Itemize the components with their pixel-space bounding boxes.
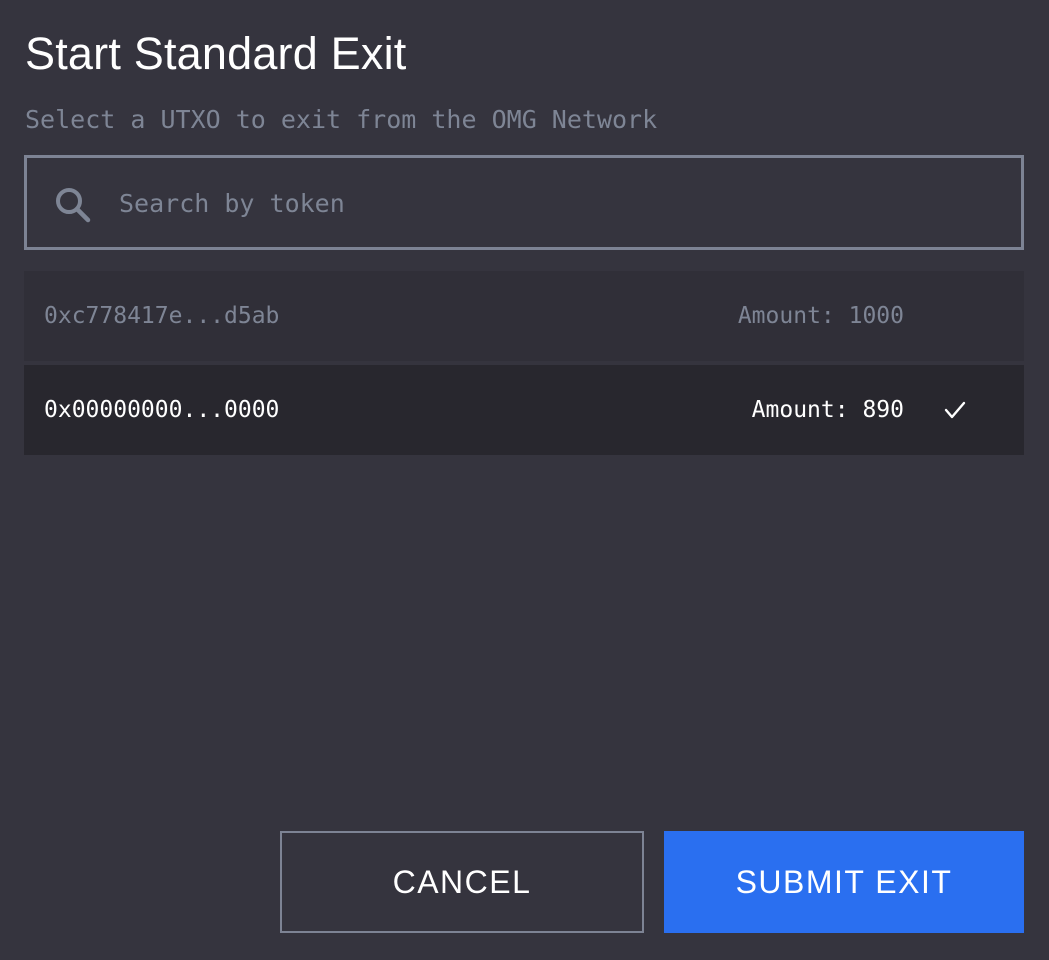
search-icon bbox=[56, 188, 91, 223]
utxo-amount: Amount: 890 bbox=[751, 397, 904, 423]
utxo-list: 0xc778417e...d5ab Amount: 1000 0x0000000… bbox=[24, 271, 1024, 455]
utxo-amount: Amount: 1000 bbox=[737, 303, 904, 329]
check-icon bbox=[944, 401, 966, 419]
utxo-row[interactable]: 0xc778417e...d5ab Amount: 1000 bbox=[24, 271, 1024, 361]
utxo-hash: 0x00000000...0000 bbox=[44, 397, 280, 423]
submit-exit-button[interactable]: SUBMIT EXIT bbox=[664, 831, 1024, 933]
search-box[interactable] bbox=[24, 155, 1024, 250]
cancel-button[interactable]: CANCEL bbox=[280, 831, 644, 933]
submit-exit-button-label: SUBMIT EXIT bbox=[735, 863, 953, 900]
search-input[interactable] bbox=[119, 180, 979, 226]
modal-title: Start Standard Exit bbox=[25, 28, 407, 79]
cancel-button-label: CANCEL bbox=[392, 863, 532, 900]
modal-subtitle: Select a UTXO to exit from the OMG Netwo… bbox=[25, 105, 658, 134]
utxo-hash: 0xc778417e...d5ab bbox=[44, 303, 280, 329]
start-exit-modal: Start Standard Exit Select a UTXO to exi… bbox=[0, 0, 1049, 960]
utxo-row-selected[interactable]: 0x00000000...0000 Amount: 890 bbox=[24, 365, 1024, 455]
